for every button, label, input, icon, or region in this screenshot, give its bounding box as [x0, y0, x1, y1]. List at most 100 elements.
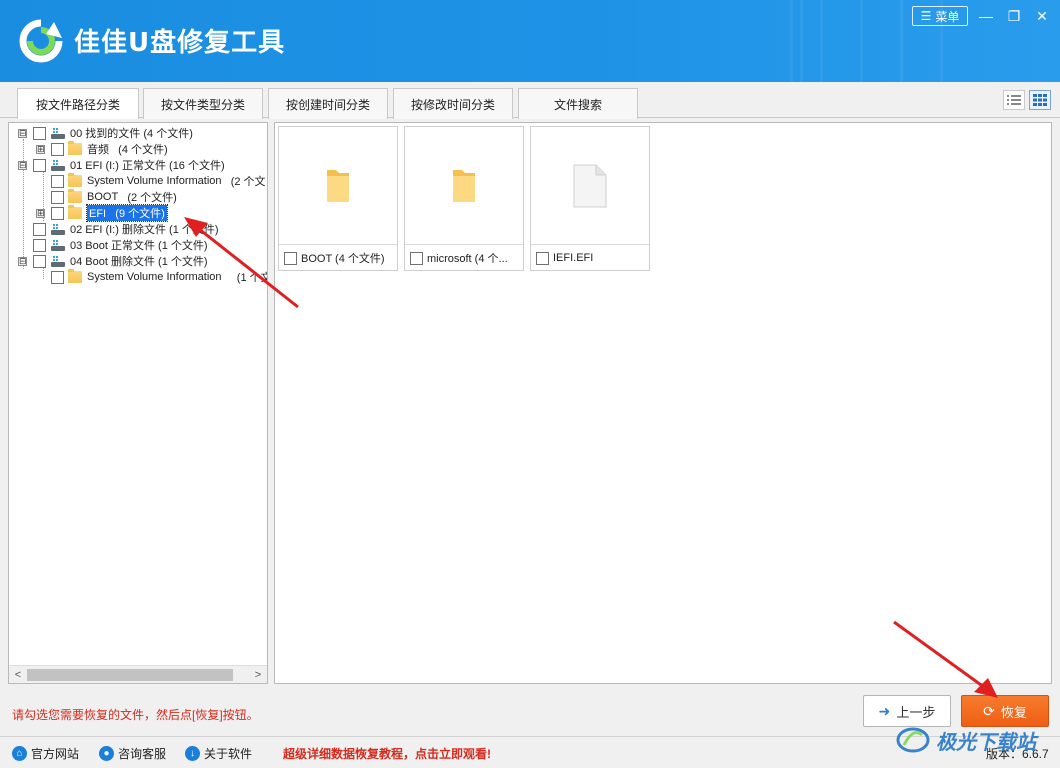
checkbox[interactable] [410, 251, 423, 265]
home-icon: ⌂ [12, 746, 27, 761]
tree-item-label: 00 找到的文件 [70, 128, 141, 140]
close-button[interactable]: ✕ [1032, 6, 1052, 26]
tab-by-modified[interactable]: 按修改时间分类 [393, 88, 513, 119]
tree-item-count: (9 个文件) [115, 208, 165, 220]
tab-by-path[interactable]: 按文件路径分类 [17, 88, 139, 119]
tree-item-count: (1 个文件) [169, 224, 219, 236]
tree-item-label: 01 EFI (I:) 正常文件 [70, 160, 166, 172]
file-tile[interactable]: IEFI.EFI [530, 126, 650, 271]
file-grid-panel: BOOT (4 个文件) microsoft (4 个... IEFI.EFI [274, 122, 1052, 684]
grid-view-button[interactable] [1029, 90, 1051, 110]
minimize-button[interactable]: — [976, 6, 996, 26]
close-icon: ✕ [1036, 7, 1048, 24]
folder-icon [68, 205, 82, 219]
horizontal-scrollbar[interactable]: < > [9, 665, 267, 683]
tree-item-count: (2 个文件) [127, 192, 177, 204]
checkbox[interactable] [33, 126, 46, 140]
official-site-label: 官方网站 [31, 747, 80, 761]
support-label: 咨询客服 [118, 747, 167, 761]
tree-item-label: 04 Boot 删除文件 [70, 256, 155, 268]
tab-search[interactable]: 文件搜索 [518, 88, 638, 119]
folder-tree-panel: ⊟ 00 找到的文件 (4 个文件) ⊞ 音频 (4 个文件) ⊟ 01 EFI… [8, 122, 268, 684]
checkbox[interactable] [33, 254, 46, 268]
app-title: 佳佳U盘修复工具 [74, 28, 286, 58]
drive-icon [51, 255, 65, 267]
tree-item[interactable]: ⊟ 04 Boot 删除文件 (1 个文件) [18, 253, 208, 269]
tree-item[interactable]: BOOT (2 个文件) [36, 189, 177, 205]
scroll-right-icon[interactable]: > [250, 667, 266, 683]
tree-item-label: 音频 [87, 144, 109, 156]
tree-item-label: 02 EFI (I:) 删除文件 [70, 224, 166, 236]
checkbox[interactable] [284, 251, 297, 265]
maximize-button[interactable]: ❐ [1004, 6, 1024, 26]
tree-item[interactable]: ⊞ 音频 (4 个文件) [36, 141, 168, 157]
drive-icon [51, 159, 65, 171]
tab-by-created[interactable]: 按创建时间分类 [268, 88, 388, 119]
checkbox[interactable] [51, 190, 64, 204]
tree-item-count: (1 个文 [236, 272, 267, 284]
tree-item-count: (4 个文件) [143, 128, 193, 140]
tab-by-type[interactable]: 按文件类型分类 [143, 88, 263, 119]
list-view-button[interactable] [1003, 90, 1025, 110]
checkbox[interactable] [51, 142, 64, 156]
tree-item[interactable]: 03 Boot 正常文件 (1 个文件) [18, 237, 208, 253]
tab-strip: 按文件路径分类 按文件类型分类 按创建时间分类 按修改时间分类 文件搜索 [0, 82, 1060, 119]
menu-label: 菜单 [935, 9, 960, 24]
collapse-icon[interactable]: ⊟ [18, 256, 27, 266]
tree-item-count: (4 个文件) [118, 144, 168, 156]
official-site-link[interactable]: ⌂ 官方网站 [12, 745, 79, 762]
menu-button[interactable]: ☰ 菜单 [912, 6, 968, 26]
arrow-left-icon: ➜ [878, 702, 891, 719]
tree-item-label: 03 Boot 正常文件 [70, 240, 155, 252]
watermark-text: 极光下载站 [936, 731, 1036, 754]
tree-item-label: EFI [89, 208, 107, 220]
menu-icon: ☰ [920, 9, 932, 23]
tutorial-promo-link[interactable]: 超级详细数据恢复教程，点击立即观看! [283, 745, 491, 762]
grid-view-icon [1033, 94, 1047, 106]
file-tile[interactable]: microsoft (4 个... [404, 126, 524, 271]
checkbox[interactable] [536, 251, 549, 265]
file-tile-label: IEFI.EFI [553, 252, 594, 264]
file-icon [573, 164, 607, 207]
tree-item[interactable]: ⊟ 01 EFI (I:) 正常文件 (16 个文件) [18, 157, 225, 173]
checkbox[interactable] [33, 158, 46, 172]
folder-icon [68, 269, 82, 283]
tree-item[interactable]: System Volume Information (2 个文 [36, 173, 266, 189]
support-link[interactable]: ● 咨询客服 [99, 745, 166, 762]
drive-icon [51, 223, 65, 235]
scroll-left-icon[interactable]: < [10, 667, 26, 683]
title-bar: 佳佳U盘修复工具 ☰ 菜单 — ❐ ✕ [0, 0, 1060, 82]
checkbox[interactable] [51, 206, 64, 220]
info-icon: ↓ [185, 746, 200, 761]
tree-item[interactable]: System Volume Information (1 个文 [36, 269, 267, 285]
list-view-icon [1007, 95, 1021, 105]
collapse-icon[interactable]: ⊟ [18, 128, 27, 138]
tree-item[interactable]: ⊟ 00 找到的文件 (4 个文件) [18, 125, 193, 141]
tree-item-count: (1 个文件) [158, 240, 208, 252]
about-label: 关于软件 [204, 747, 253, 761]
folder-icon [68, 173, 82, 187]
expand-icon[interactable]: ⊞ [36, 144, 45, 154]
tree-item-selected[interactable]: ⊞ EFI (9 个文件) [36, 204, 168, 222]
maximize-icon: ❐ [1007, 7, 1021, 24]
chat-icon: ● [99, 746, 114, 761]
checkbox[interactable] [33, 222, 46, 236]
drive-icon [51, 239, 65, 251]
folder-icon [68, 141, 82, 155]
expand-icon[interactable]: ⊞ [36, 208, 45, 218]
scroll-thumb[interactable] [27, 669, 233, 681]
collapse-icon[interactable]: ⊟ [18, 160, 27, 170]
folder-icon [453, 169, 475, 202]
file-tile-label: microsoft (4 个... [427, 253, 508, 265]
file-tile-label: BOOT (4 个文件) [301, 253, 385, 265]
checkbox[interactable] [51, 270, 64, 284]
about-link[interactable]: ↓ 关于软件 [185, 745, 252, 762]
checkbox[interactable] [33, 238, 46, 252]
tree-item-label: System Volume Information [87, 175, 222, 187]
watermark-logo-icon [896, 727, 930, 753]
checkbox[interactable] [51, 174, 64, 188]
tree-item[interactable]: 02 EFI (I:) 删除文件 (1 个文件) [18, 221, 219, 237]
app-logo-icon [19, 19, 63, 63]
tree-item-count: (2 个文 [230, 176, 266, 188]
file-tile[interactable]: BOOT (4 个文件) [278, 126, 398, 271]
